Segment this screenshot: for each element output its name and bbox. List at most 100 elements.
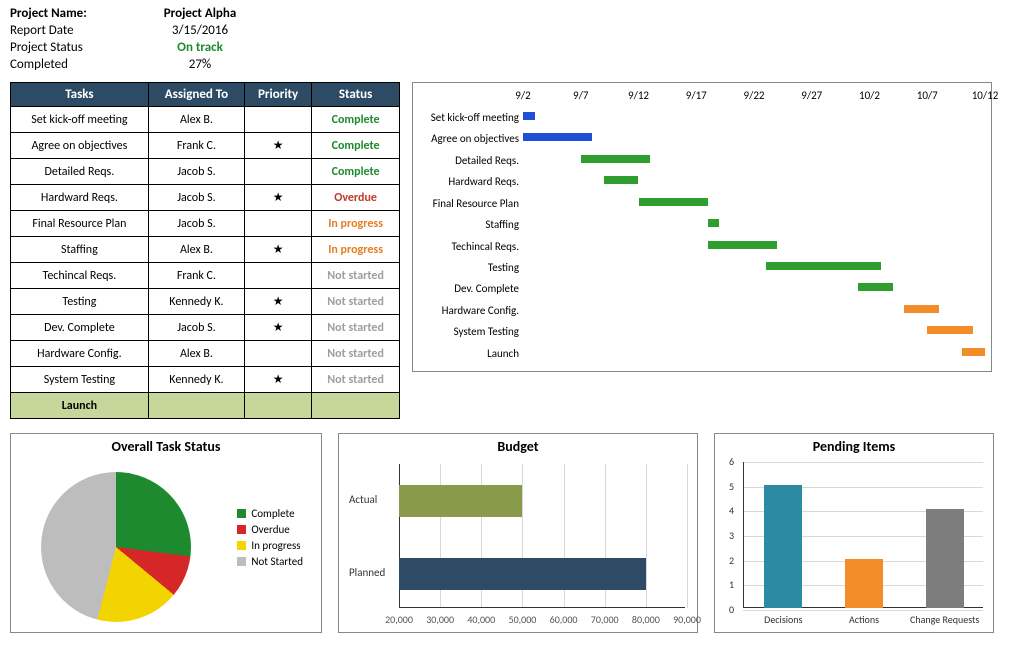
gantt-tick: 10/12 (972, 89, 999, 102)
gantt-row-label: Dev. Complete (454, 282, 519, 295)
priority-star-icon: ★ (245, 237, 312, 263)
task-assigned: Alex B. (148, 341, 244, 367)
gantt-row-label: Hardware Config. (442, 304, 519, 317)
gantt-row-label: Techincal Reqs. (451, 240, 519, 253)
priority-star-icon: ★ (245, 367, 312, 393)
x-tick-label: 20,000 (385, 613, 413, 626)
grid-line (646, 464, 647, 608)
x-tick-label: 50,000 (509, 613, 537, 626)
gantt-chart: Set kick-off meetingAgree on objectivesD… (412, 82, 992, 372)
grid-line (687, 464, 688, 608)
budget-bar (399, 558, 646, 590)
gantt-tick: 9/27 (801, 89, 822, 102)
priority-star-icon (245, 263, 312, 289)
gantt-row-label: Testing (488, 261, 519, 274)
pending-category-label: Change Requests (904, 613, 985, 626)
priority-star-icon: ★ (245, 133, 312, 159)
x-tick-label: 90,000 (673, 613, 701, 626)
project-header: Project Name: Project Alpha Report Date … (10, 6, 1007, 72)
pending-bar (845, 559, 883, 608)
task-status: Not started (312, 367, 400, 393)
task-status: Complete (312, 159, 400, 185)
gantt-row-label: Staffing (485, 218, 519, 231)
gantt-bar (766, 262, 882, 270)
gantt-row-label: Final Resource Plan (433, 197, 519, 210)
gantt-row-label: Agree on objectives (431, 132, 519, 145)
gantt-tick: 10/7 (917, 89, 938, 102)
table-row: Set kick-off meetingAlex B. Complete (11, 107, 400, 133)
budget-chart (399, 464, 685, 608)
y-tick-label: 5 (729, 480, 734, 493)
legend-swatch (237, 525, 246, 534)
budget-category-label: Actual (349, 493, 377, 506)
table-row: Agree on objectivesFrank C.★Complete (11, 133, 400, 159)
gantt-tick: 9/2 (515, 89, 530, 102)
completed-value: 27% (140, 57, 260, 72)
table-row: StaffingAlex B.★In progress (11, 237, 400, 263)
task-assigned: Jacob S. (148, 211, 244, 237)
table-row: Detailed Reqs.Jacob S.Complete (11, 159, 400, 185)
gantt-bar (708, 241, 777, 249)
budget-bar (399, 485, 522, 517)
priority-star-icon: ★ (245, 185, 312, 211)
legend-item: Complete (237, 507, 303, 520)
task-status: Complete (312, 133, 400, 159)
pending-category-label: Actions (824, 613, 905, 626)
table-row: System TestingKennedy K.★Not started (11, 367, 400, 393)
legend-item: In progress (237, 539, 303, 552)
project-status-label: Project Status (10, 40, 140, 55)
task-status: Complete (312, 107, 400, 133)
legend-label: Complete (251, 507, 294, 520)
task-name: Set kick-off meeting (11, 107, 149, 133)
col-assigned: Assigned To (148, 83, 244, 107)
pie-chart (41, 472, 191, 622)
y-tick-label: 1 (729, 578, 734, 591)
pending-bar (926, 509, 964, 608)
task-status: Not started (312, 263, 400, 289)
x-tick-label: 70,000 (591, 613, 619, 626)
task-assigned: Frank C. (148, 263, 244, 289)
task-status: In progress (312, 211, 400, 237)
task-table: Tasks Assigned To Priority Status Set ki… (10, 82, 400, 419)
table-row: Hardward Reqs.Jacob S.★Overdue (11, 185, 400, 211)
task-status: Overdue (312, 185, 400, 211)
task-name: Agree on objectives (11, 133, 149, 159)
task-assigned: Jacob S. (148, 159, 244, 185)
pie-chart-box: Overall Task Status Complete Overdue In pr… (10, 433, 322, 633)
y-tick-label: 4 (729, 504, 734, 517)
legend-label: Overdue (251, 523, 289, 536)
report-date-label: Report Date (10, 23, 140, 38)
pie-legend: Complete Overdue In progress Not Started (237, 504, 303, 571)
launch-label: Launch (11, 393, 149, 419)
priority-star-icon (245, 159, 312, 185)
pie-title: Overall Task Status (11, 434, 321, 455)
pending-chart (743, 462, 983, 608)
task-name: Dev. Complete (11, 315, 149, 341)
gantt-row-label: Launch (487, 347, 519, 360)
task-assigned: Kennedy K. (148, 289, 244, 315)
table-row: Hardware Config.Alex B.Not started (11, 341, 400, 367)
x-tick-label: 40,000 (467, 613, 495, 626)
legend-label: In progress (251, 539, 300, 552)
legend-swatch (237, 557, 246, 566)
budget-chart-box: Budget 20,00030,00040,00050,00060,00070,… (338, 433, 698, 633)
grid-line (743, 610, 983, 611)
pending-bar (764, 485, 802, 608)
task-assigned: Jacob S. (148, 315, 244, 341)
y-tick-label: 0 (729, 603, 734, 616)
gantt-bar (962, 348, 985, 356)
task-assigned: Kennedy K. (148, 367, 244, 393)
task-assigned: Alex B. (148, 237, 244, 263)
legend-item: Not Started (237, 555, 303, 568)
task-assigned: Alex B. (148, 107, 244, 133)
legend-label: Not Started (251, 555, 303, 568)
priority-star-icon (245, 107, 312, 133)
gantt-row-label: Detailed Reqs. (455, 154, 519, 167)
gantt-bar (581, 155, 650, 163)
gantt-row-label: Hardward Reqs. (448, 175, 519, 188)
x-tick-label: 80,000 (632, 613, 660, 626)
task-name: System Testing (11, 367, 149, 393)
budget-title: Budget (339, 434, 697, 455)
x-tick-label: 60,000 (550, 613, 578, 626)
launch-row: Launch (11, 393, 400, 419)
